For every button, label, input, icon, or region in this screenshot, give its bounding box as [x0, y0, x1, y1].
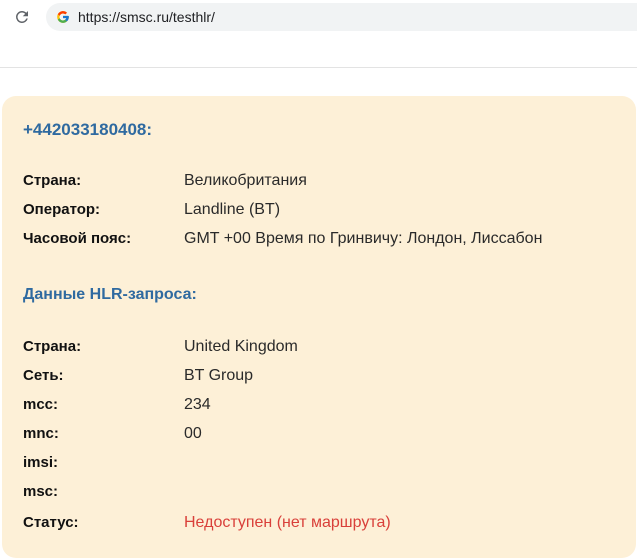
- info-value-country: Великобритания: [184, 172, 307, 189]
- hlr-row-imsi: imsi:: [23, 454, 633, 474]
- hlr-value-country: United Kingdom: [184, 338, 298, 355]
- info-row-country: Страна: Великобритания: [23, 172, 633, 192]
- phone-number-heading: +442033180408:: [23, 120, 153, 139]
- browser-toolbar: https://smsc.ru/testhlr/: [0, 0, 637, 68]
- hlr-row-mnc: mnc: 00: [23, 425, 633, 445]
- info-row-operator: Оператор: Landline (BT): [23, 201, 633, 221]
- status-value: Недоступен (нет маршрута): [184, 514, 391, 531]
- hlr-value-mnc: 00: [184, 425, 202, 442]
- status-row: Статус: Недоступен (нет маршрута): [23, 514, 633, 534]
- info-label-operator: Оператор:: [23, 201, 101, 218]
- hlr-row-country: Страна: United Kingdom: [23, 338, 633, 358]
- info-row-timezone: Часовой пояс: GMT +00 Время по Гринвичу:…: [23, 230, 633, 250]
- info-value-operator: Landline (BT): [184, 201, 281, 218]
- hlr-row-msc: msc:: [23, 483, 633, 503]
- hlr-row-network: Сеть: BT Group: [23, 367, 633, 387]
- hlr-value-network: BT Group: [184, 367, 254, 384]
- hlr-label-mnc: mnc:: [23, 425, 59, 442]
- address-bar[interactable]: https://smsc.ru/testhlr/: [46, 3, 637, 31]
- hlr-section-title: Данные HLR-запроса:: [23, 286, 197, 303]
- hlr-label-imsi: imsi:: [23, 454, 59, 471]
- google-g-icon: [57, 11, 69, 23]
- reload-icon: [16, 10, 28, 23]
- hlr-label-mcc: mcc:: [23, 396, 59, 413]
- reload-button[interactable]: [10, 5, 34, 29]
- hlr-label-msc: msc:: [23, 483, 59, 500]
- info-value-timezone: GMT +00 Время по Гринвичу: Лондон, Лисса…: [184, 230, 543, 247]
- hlr-label-country: Страна:: [23, 338, 82, 355]
- hlr-row-mcc: mcc: 234: [23, 396, 633, 416]
- hlr-label-network: Сеть:: [23, 367, 64, 384]
- url-text[interactable]: https://smsc.ru/testhlr/: [78, 9, 215, 25]
- status-label: Статус:: [23, 514, 79, 531]
- info-label-timezone: Часовой пояс:: [23, 230, 132, 247]
- hlr-value-mcc: 234: [184, 396, 211, 413]
- info-label-country: Страна:: [23, 172, 82, 189]
